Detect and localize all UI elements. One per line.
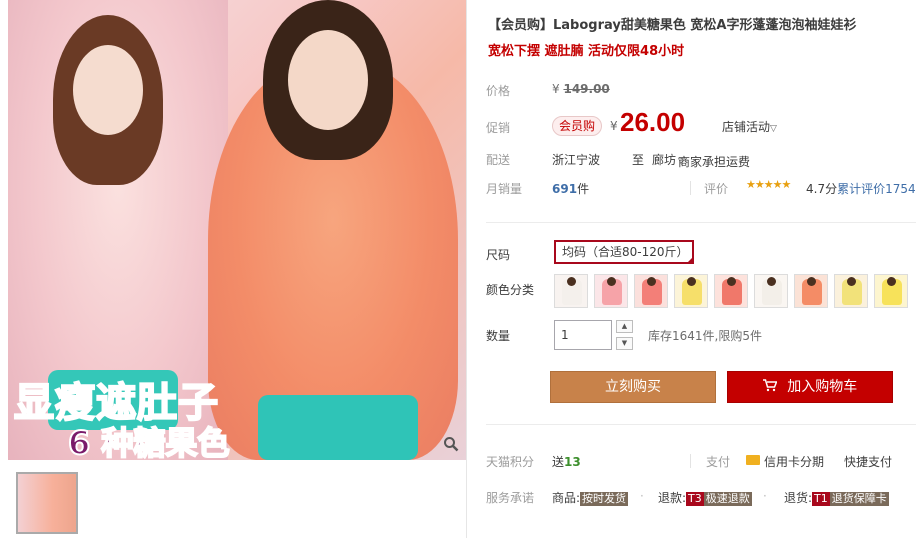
promise-refund-tag: 极速退款 [703, 491, 752, 506]
original-price-value: 149.00 [563, 82, 610, 96]
currency-symbol: ¥ [610, 119, 618, 133]
gallery-thumbnail[interactable] [16, 472, 78, 534]
cart-icon [762, 379, 781, 395]
return-tag-code: T1 [812, 491, 830, 506]
quick-pay-link[interactable]: 快捷支付 [844, 453, 892, 470]
tmall-points: 送13 [552, 453, 581, 470]
color-label: 颜色分类 [486, 283, 535, 297]
quantity-increase-button[interactable]: ▲ [616, 320, 633, 333]
color-swatch[interactable] [554, 274, 588, 308]
color-swatch[interactable] [754, 274, 788, 308]
destination-label: 廊坊 [652, 153, 677, 167]
swatch-model-head [567, 277, 576, 286]
swatch-model-head [607, 277, 616, 286]
quantity-input[interactable]: 1 [554, 320, 612, 350]
promo-text-line2: 6 种糖果色 [67, 423, 230, 460]
divider [690, 181, 691, 195]
rating-stars: ★★★★★ [746, 178, 791, 191]
color-swatch[interactable] [634, 274, 668, 308]
currency-symbol: ¥ [552, 82, 560, 96]
refund-tag-code: T3 [686, 491, 704, 506]
shipping-fee: 商家承担运费 [678, 155, 751, 169]
promo-price: 26.00 [620, 107, 686, 137]
swatch-model-head [887, 277, 896, 286]
buy-now-button[interactable]: 立刻购买 [550, 371, 716, 403]
size-option-label: 均码（合适80-120斤） [562, 245, 689, 259]
promise-goods-label: 商品: [552, 491, 581, 505]
swatch-model-head [767, 277, 776, 286]
add-to-cart-label: 加入购物车 [787, 379, 858, 395]
service-promise-label: 服务承诺 [486, 491, 535, 505]
swatch-model-head [727, 277, 736, 286]
swatch-model-head [807, 277, 816, 286]
magnifier-icon[interactable] [440, 436, 462, 458]
monthly-sales-count: 691 [552, 182, 578, 196]
promise-refund-label: 退款: [658, 491, 687, 505]
divider [486, 424, 916, 425]
checkmark-corner-icon [686, 256, 694, 264]
divider [466, 0, 467, 538]
color-swatch[interactable] [834, 274, 868, 308]
store-activity-dropdown[interactable]: 店铺活动▽ [722, 118, 777, 135]
quantity-label: 数量 [486, 329, 511, 343]
delivery-label: 配送 [486, 153, 511, 167]
size-option-selected[interactable]: 均码（合适80-120斤） [554, 240, 694, 264]
promise-goods[interactable]: 商品: 按时发货 [552, 489, 629, 506]
swatch-model-head [687, 277, 696, 286]
credit-card-installment-link[interactable]: 信用卡分期 [764, 453, 824, 470]
separator-dot: · [640, 489, 644, 503]
swatch-model-head [647, 277, 656, 286]
monthly-sales-unit: 件 [577, 182, 590, 196]
color-swatch[interactable] [714, 274, 748, 308]
separator-dot: · [763, 489, 767, 503]
credit-card-icon [746, 455, 760, 465]
color-swatch[interactable] [794, 274, 828, 308]
promise-goods-tag: 按时发货 [580, 491, 629, 506]
divider [690, 454, 691, 468]
points-prefix: 送 [552, 455, 565, 469]
monthly-sales-label: 月销量 [486, 182, 523, 196]
ship-from: 浙江宁波 [552, 153, 601, 167]
size-label: 尺码 [486, 248, 511, 262]
promise-return-label: 退货: [784, 491, 813, 505]
product-title: 【会员购】Labogray甜美糖果色 宽松A字形蓬蓬泡泡袖娃娃衫 [488, 18, 857, 33]
payment-label: 支付 [706, 455, 731, 469]
promise-return[interactable]: 退货: T1 退货保障卡 [784, 489, 889, 506]
product-subtitle: 宽松下摆 遮肚腩 活动仅限48小时 [488, 44, 685, 59]
price-label: 价格 [486, 84, 511, 98]
color-swatch[interactable] [674, 274, 708, 308]
color-swatch[interactable] [874, 274, 908, 308]
points-value: 13 [564, 455, 581, 469]
rating-score-value: 4.7分 [806, 182, 838, 196]
color-swatch[interactable] [594, 274, 628, 308]
stock-info: 库存1641件,限购5件 [648, 329, 762, 343]
promo-label: 促销 [486, 121, 511, 135]
store-activity-label: 店铺活动 [722, 120, 771, 134]
original-price: ¥ 149.00 [552, 82, 610, 96]
vip-badge: 会员购 [552, 116, 603, 136]
cumulative-review-count[interactable]: 1754 [885, 182, 916, 196]
ship-to-word: 至 [632, 153, 645, 167]
promise-return-tag: 退货保障卡 [829, 491, 889, 506]
chevron-down-icon: ▽ [770, 124, 777, 134]
cumulative-review-label[interactable]: 累计评价 [837, 182, 885, 196]
add-to-cart-button[interactable]: 加入购物车 [727, 371, 893, 403]
product-info-panel: 【会员购】Labogray甜美糖果色 宽松A字形蓬蓬泡泡袖娃娃衫 宽松下摆 遮肚… [478, 0, 916, 538]
promise-refund[interactable]: 退款: T3 极速退款 [658, 489, 752, 506]
divider [486, 222, 916, 223]
tmall-points-label: 天猫积分 [486, 455, 535, 469]
quantity-decrease-button[interactable]: ▼ [616, 337, 633, 350]
evaluation-label: 评价 [704, 182, 729, 196]
swatch-model-head [847, 277, 856, 286]
rating-score[interactable]: 4.7分累计评价1754 [806, 180, 916, 197]
main-product-image[interactable]: 显瘦遮肚子 6 种糖果色 [8, 0, 466, 460]
monthly-sales: 691件 [552, 180, 589, 197]
